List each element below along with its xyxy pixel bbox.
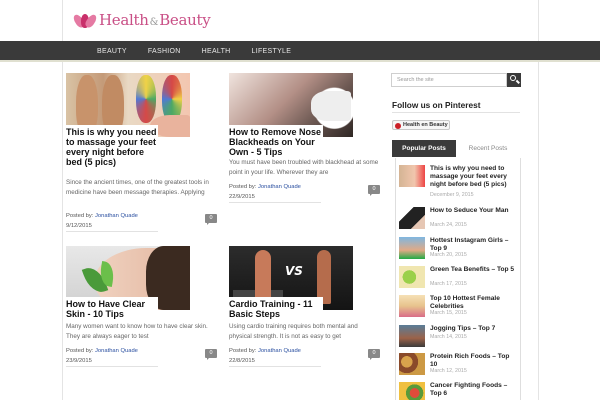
- article-title[interactable]: How to Have Clear Skin - 10 Tips: [66, 297, 158, 319]
- card-divider: [229, 366, 321, 367]
- list-item[interactable]: Cancer Fighting Foods – Top 6: [399, 382, 519, 400]
- popular-post-thumbnail[interactable]: [399, 353, 425, 375]
- pinterest-label: Health en Beauty: [403, 122, 448, 128]
- popular-post-title[interactable]: How to Seduce Your Man: [430, 207, 518, 215]
- comment-count-badge[interactable]: 0: [368, 185, 380, 196]
- popular-post-title[interactable]: Hottest Instagram Girls – Top 9: [430, 237, 518, 253]
- list-item[interactable]: Top 10 Hottest Female Celebrities March …: [399, 295, 519, 321]
- article-byline: Posted by: Jonathan Quade: [66, 213, 138, 219]
- popular-post-title[interactable]: Jogging Tips – Top 7: [430, 325, 518, 333]
- list-item[interactable]: Jogging Tips – Top 7 March 14, 2015: [399, 325, 519, 351]
- article-date: 22/9/2015: [229, 194, 255, 200]
- nav-item-fashion[interactable]: FASHION: [148, 48, 181, 55]
- list-item[interactable]: Protein Rich Foods – Top 10 March 12, 20…: [399, 353, 519, 379]
- posted-by-label: Posted by:: [229, 184, 257, 190]
- popular-post-thumbnail[interactable]: [399, 165, 425, 187]
- comment-count-badge[interactable]: 0: [205, 214, 217, 225]
- popular-post-date: March 14, 2015: [430, 334, 467, 340]
- card-divider: [66, 231, 158, 232]
- popular-post-date: March 20, 2015: [430, 252, 467, 258]
- card-divider: [66, 366, 158, 367]
- logo-main: Health: [99, 11, 149, 29]
- pinterest-heading: Follow us on Pinterest: [392, 100, 481, 110]
- popular-post-thumbnail[interactable]: [399, 325, 425, 347]
- nav-item-lifestyle[interactable]: LIFESTYLE: [252, 48, 292, 55]
- author-link[interactable]: Jonathan Quade: [258, 348, 301, 354]
- tab-popular-posts[interactable]: Popular Posts: [392, 140, 456, 157]
- search-button[interactable]: [507, 73, 521, 87]
- posted-by-label: Posted by:: [229, 348, 257, 354]
- article-excerpt: You must have been troubled with blackhe…: [229, 159, 379, 176]
- article-byline: Posted by: Jonathan Quade: [229, 348, 301, 354]
- posts-tabs: Popular Posts Recent Posts: [392, 140, 520, 157]
- author-link[interactable]: Jonathan Quade: [95, 348, 138, 354]
- article-excerpt: Many women want to know how to have clea…: [66, 323, 208, 340]
- article-title[interactable]: Cardio Training - 11 Basic Steps: [229, 297, 323, 319]
- list-item[interactable]: Hottest Instagram Girls – Top 9 March 20…: [399, 237, 519, 263]
- tab-recent-posts[interactable]: Recent Posts: [456, 140, 520, 157]
- popular-post-title[interactable]: Green Tea Benefits – Top 5: [430, 266, 518, 274]
- popular-post-thumbnail[interactable]: [399, 266, 425, 288]
- sidebar-divider: [392, 112, 520, 113]
- popular-post-title[interactable]: Top 10 Hottest Female Celebrities: [430, 295, 518, 311]
- article-title[interactable]: This is why you need to massage your fee…: [66, 125, 158, 167]
- article-date: 22/8/2015: [229, 358, 255, 364]
- article-excerpt: Since the ancient times, one of the grea…: [66, 179, 209, 196]
- logo-text: Health&Beauty: [99, 11, 211, 29]
- author-link[interactable]: Jonathan Quade: [258, 184, 301, 190]
- popular-post-thumbnail[interactable]: [399, 237, 425, 259]
- article-title[interactable]: How to Remove Nose Blackheads on Your Ow…: [229, 125, 323, 157]
- pinterest-icon: [395, 122, 401, 129]
- article-excerpt: Using cardio training requires both ment…: [229, 323, 358, 340]
- article-date: 9/12/2015: [66, 223, 92, 229]
- search-input[interactable]: Search the site: [391, 73, 507, 87]
- popular-post-thumbnail[interactable]: [399, 207, 425, 229]
- popular-post-title[interactable]: Protein Rich Foods – Top 10: [430, 353, 518, 369]
- popular-post-thumbnail[interactable]: [399, 295, 425, 317]
- logo-amp: &: [149, 17, 159, 28]
- main-nav: BEAUTY FASHION HEALTH LIFESTYLE: [0, 41, 600, 62]
- popular-post-date: March 15, 2015: [430, 310, 467, 316]
- author-link[interactable]: Jonathan Quade: [95, 213, 138, 219]
- popular-post-date: December 9, 2015: [430, 192, 474, 198]
- article-byline: Posted by: Jonathan Quade: [66, 348, 138, 354]
- article-date: 23/9/2015: [66, 358, 92, 364]
- list-item[interactable]: This is why you need to massage your fee…: [399, 165, 519, 198]
- popular-post-date: March 17, 2015: [430, 281, 467, 287]
- list-item[interactable]: How to Seduce Your Man March 24, 2015: [399, 207, 519, 233]
- nav-item-health[interactable]: HEALTH: [202, 48, 231, 55]
- popular-post-title[interactable]: This is why you need to massage your fee…: [430, 165, 518, 189]
- card-divider: [229, 202, 321, 203]
- posted-by-label: Posted by:: [66, 348, 94, 354]
- pinterest-follow-button[interactable]: Health en Beauty: [392, 120, 450, 130]
- nav-item-beauty[interactable]: BEAUTY: [97, 48, 127, 55]
- comment-count-badge[interactable]: 0: [205, 349, 217, 360]
- popular-post-date: March 24, 2015: [430, 222, 467, 228]
- article-byline: Posted by: Jonathan Quade: [229, 184, 301, 190]
- logo-second: Beauty: [159, 11, 211, 29]
- site-logo[interactable]: Health&Beauty: [71, 8, 211, 32]
- popular-post-thumbnail[interactable]: [399, 382, 425, 400]
- lotus-flower-icon: [71, 12, 99, 30]
- comment-count-badge[interactable]: 0: [368, 349, 380, 360]
- popular-post-title[interactable]: Cancer Fighting Foods – Top 6: [430, 382, 518, 398]
- list-item[interactable]: Green Tea Benefits – Top 5 March 17, 201…: [399, 266, 519, 292]
- posted-by-label: Posted by:: [66, 213, 94, 219]
- popular-post-date: March 12, 2015: [430, 368, 467, 374]
